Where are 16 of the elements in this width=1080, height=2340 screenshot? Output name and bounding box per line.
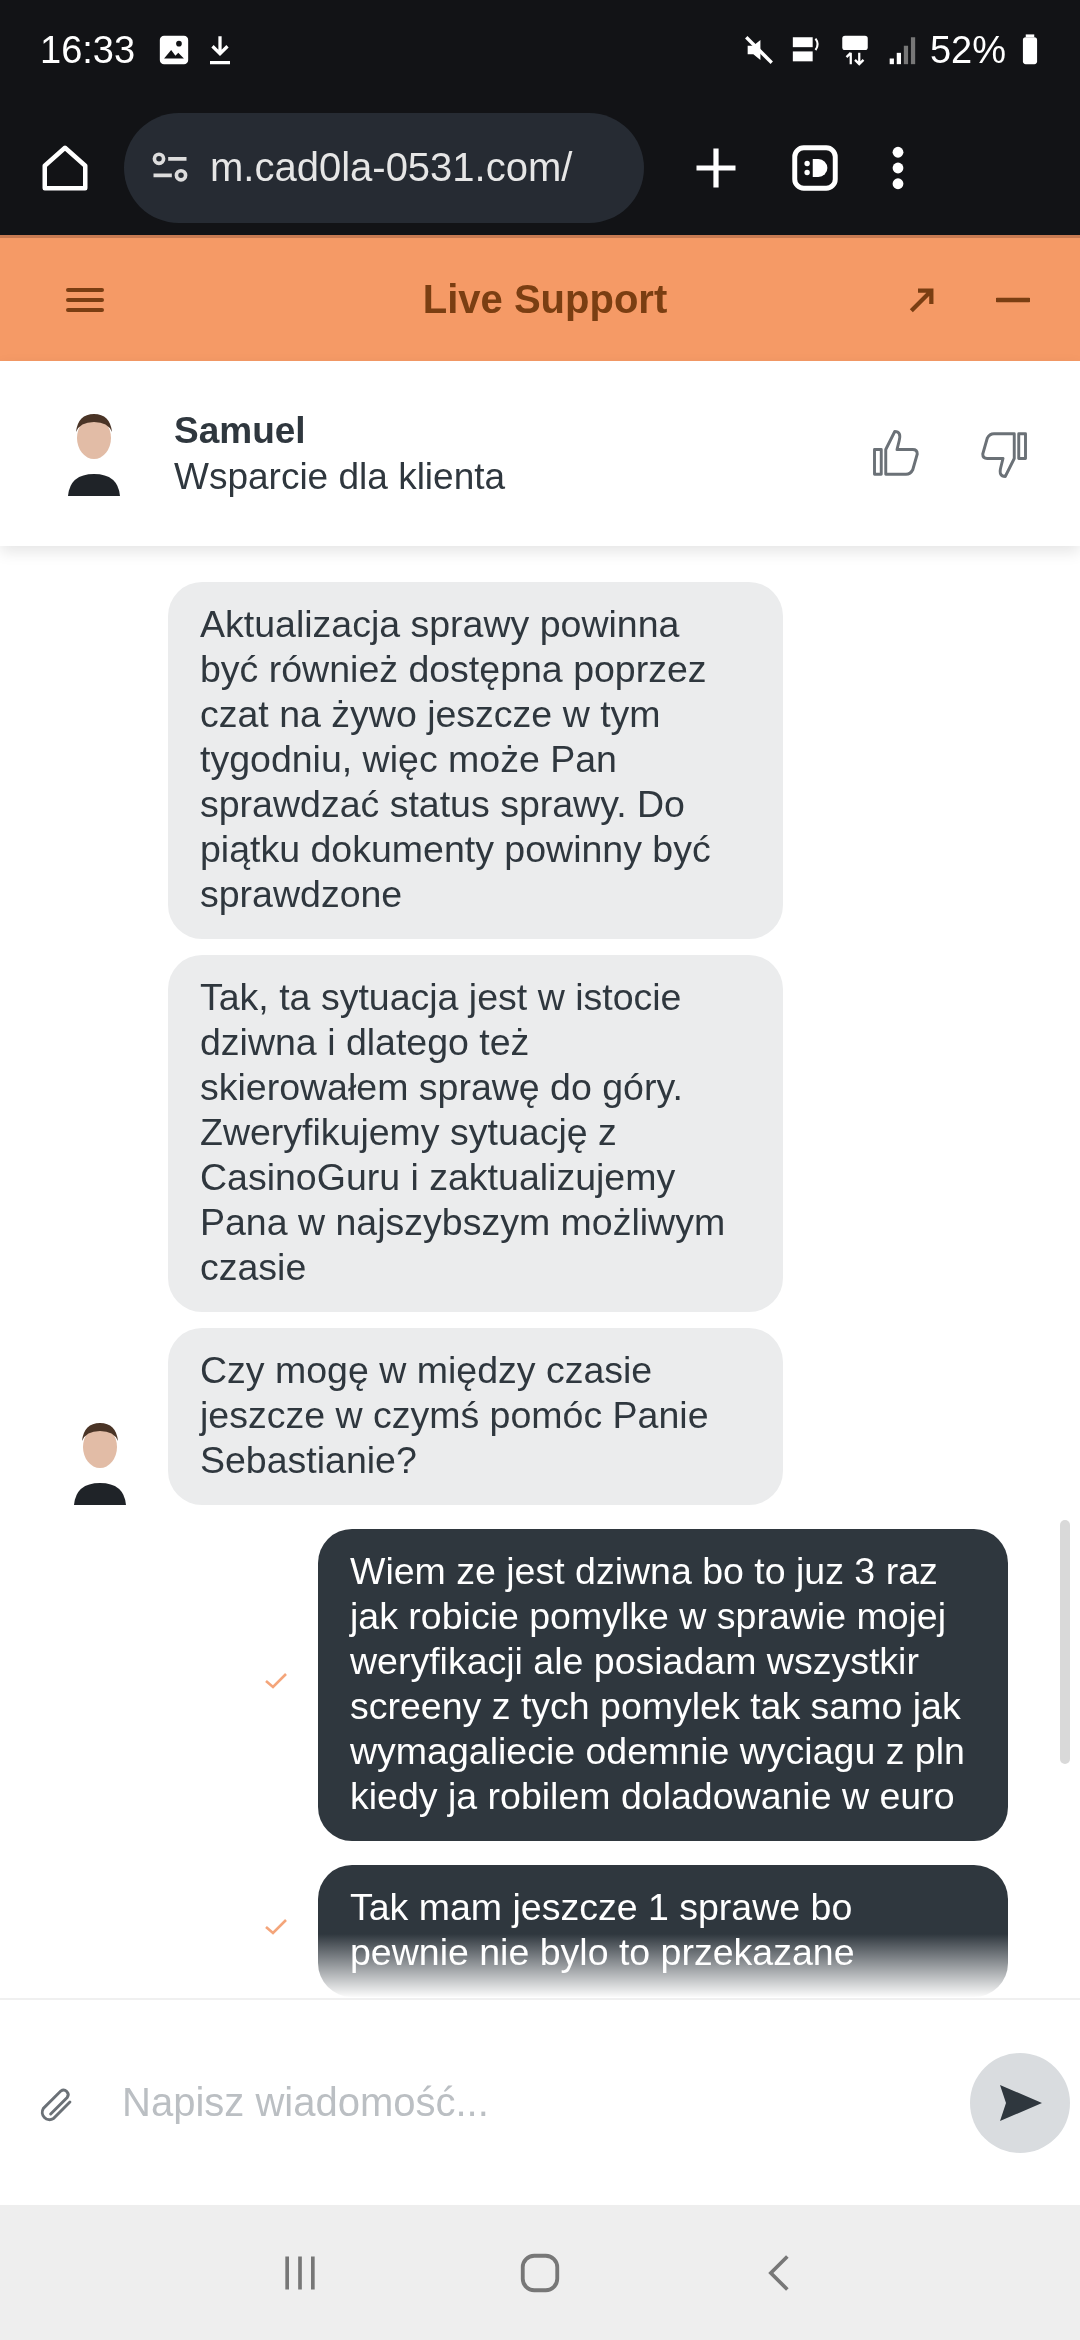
status-time: 16:33 (40, 28, 136, 72)
url-text: m.cad0la-0531.com/ (210, 145, 573, 190)
minimize-icon[interactable] (996, 296, 1030, 303)
chat-title: Live Support (421, 277, 669, 322)
agent-message: Aktualizacja sprawy powinna być również dostępna poprzez czat na żywo jeszcze w tym tygodniu, więc może Pan sprawdzać status sprawy. Do piątku dokumenty powinny być sprawdzone (168, 582, 783, 939)
url-bar[interactable]: m.cad0la-0531.com/ (124, 112, 644, 223)
agent-role: Wsparcie dla klienta (174, 455, 507, 498)
agent-name: Samuel (174, 409, 307, 452)
battery-level: 52% (929, 28, 1006, 72)
scrollbar[interactable] (1060, 1520, 1070, 1764)
message-input[interactable]: Napisz wiadomość... (120, 2079, 930, 2126)
agent-message: Czy mogę w między czasie jeszcze w czymś pomóc Panie Sebastianie? (168, 1328, 783, 1505)
agent-message: Tak, ta sytuacja jest w istocie dziwna i dlatego też skierowałem sprawę do góry. Zweryfikujemy sytuację z CasinoGuru i zaktualizujemy Pana w najszybszym możliwym czasie (168, 955, 783, 1312)
battery-icon (1020, 33, 1040, 67)
user-message: Wiem ze jest dziwna bo to juz 3 raz jak robicie pomylke w sprawie mojej weryfikacji ale posiadam wszystkir screeny z tych pomylek tak samo jak wymagaliecie odemnie wyciagu z pln kiedy ja robilem doladowanie w euro (318, 1529, 1008, 1841)
user-message: Tak mam jeszcze 1 sprawe bo pewnie nie bylo to przekazane (318, 1865, 1008, 1997)
